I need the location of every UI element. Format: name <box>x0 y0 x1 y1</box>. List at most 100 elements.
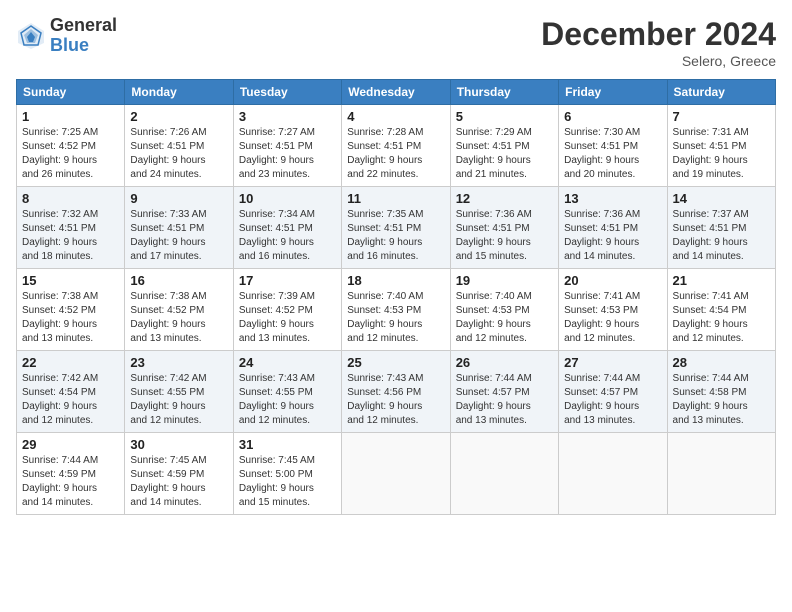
day-info: Sunrise: 7:28 AMSunset: 4:51 PMDaylight:… <box>347 126 444 182</box>
day-number: 21 <box>673 273 770 288</box>
month-title: December 2024 <box>541 16 776 53</box>
day-number: 22 <box>22 355 119 370</box>
day-info: Sunrise: 7:31 AMSunset: 4:51 PMDaylight:… <box>673 126 770 182</box>
table-row <box>342 433 450 515</box>
day-info: Sunrise: 7:39 AMSunset: 4:52 PMDaylight:… <box>239 290 336 346</box>
day-info: Sunrise: 7:44 AMSunset: 4:59 PMDaylight:… <box>22 454 119 510</box>
logo: General Blue <box>16 16 117 56</box>
day-number: 13 <box>564 191 661 206</box>
logo-blue-text: Blue <box>50 36 117 56</box>
day-info: Sunrise: 7:44 AMSunset: 4:58 PMDaylight:… <box>673 372 770 428</box>
day-number: 9 <box>130 191 227 206</box>
day-info: Sunrise: 7:36 AMSunset: 4:51 PMDaylight:… <box>564 208 661 264</box>
day-info: Sunrise: 7:40 AMSunset: 4:53 PMDaylight:… <box>347 290 444 346</box>
day-info: Sunrise: 7:32 AMSunset: 4:51 PMDaylight:… <box>22 208 119 264</box>
day-number: 3 <box>239 109 336 124</box>
table-row: 25 Sunrise: 7:43 AMSunset: 4:56 PMDayligh… <box>342 351 450 433</box>
table-row: 3Sunrise: 7:27 AMSunset: 4:51 PMDaylight… <box>233 105 341 187</box>
day-number: 17 <box>239 273 336 288</box>
day-number: 1 <box>22 109 119 124</box>
day-number: 15 <box>22 273 119 288</box>
day-number: 24 <box>239 355 336 370</box>
day-info: Sunrise: 7:34 AMSunset: 4:51 PMDaylight:… <box>239 208 336 264</box>
table-row: 9 Sunrise: 7:33 AMSunset: 4:51 PMDaylight… <box>125 187 233 269</box>
day-info: Sunrise: 7:43 AMSunset: 4:56 PMDaylight:… <box>347 372 444 428</box>
table-row: 7 Sunrise: 7:31 AMSunset: 4:51 PMDaylight… <box>667 105 775 187</box>
day-info: Sunrise: 7:42 AMSunset: 4:54 PMDaylight:… <box>22 372 119 428</box>
col-wednesday: Wednesday <box>342 80 450 105</box>
table-row: 29 Sunrise: 7:44 AMSunset: 4:59 PMDayligh… <box>17 433 125 515</box>
header: General Blue December 2024 Selero, Greec… <box>16 16 776 69</box>
table-row: 5 Sunrise: 7:29 AMSunset: 4:51 PMDaylight… <box>450 105 558 187</box>
table-row: 27 Sunrise: 7:44 AMSunset: 4:57 PMDayligh… <box>559 351 667 433</box>
day-number: 30 <box>130 437 227 452</box>
day-number: 8 <box>22 191 119 206</box>
table-row <box>667 433 775 515</box>
col-friday: Friday <box>559 80 667 105</box>
table-row: 12Sunrise: 7:36 AMSunset: 4:51 PMDayligh… <box>450 187 558 269</box>
day-info: Sunrise: 7:43 AMSunset: 4:55 PMDaylight:… <box>239 372 336 428</box>
table-row: 4 Sunrise: 7:28 AMSunset: 4:51 PMDaylight… <box>342 105 450 187</box>
col-sunday: Sunday <box>17 80 125 105</box>
table-row: 19 Sunrise: 7:40 AMSunset: 4:53 PMDayligh… <box>450 269 558 351</box>
day-info: Sunrise: 7:40 AMSunset: 4:53 PMDaylight:… <box>456 290 553 346</box>
table-row: 17 Sunrise: 7:39 AMSunset: 4:52 PMDayligh… <box>233 269 341 351</box>
day-number: 26 <box>456 355 553 370</box>
day-number: 4 <box>347 109 444 124</box>
day-number: 10 <box>239 191 336 206</box>
col-tuesday: Tuesday <box>233 80 341 105</box>
day-number: 5 <box>456 109 553 124</box>
day-number: 27 <box>564 355 661 370</box>
day-info: Sunrise: 7:33 AMSunset: 4:51 PMDaylight:… <box>130 208 227 264</box>
table-row <box>559 433 667 515</box>
day-info: Sunrise: 7:44 AMSunset: 4:57 PMDaylight:… <box>456 372 553 428</box>
day-number: 31 <box>239 437 336 452</box>
day-number: 6 <box>564 109 661 124</box>
day-number: 25 <box>347 355 444 370</box>
table-row: 6 Sunrise: 7:30 AMSunset: 4:51 PMDaylight… <box>559 105 667 187</box>
day-info: Sunrise: 7:45 AMSunset: 4:59 PMDaylight:… <box>130 454 227 510</box>
table-row: 23 Sunrise: 7:42 AMSunset: 4:55 PMDayligh… <box>125 351 233 433</box>
day-number: 19 <box>456 273 553 288</box>
day-info: Sunrise: 7:42 AMSunset: 4:55 PMDaylight:… <box>130 372 227 428</box>
day-info: Sunrise: 7:30 AMSunset: 4:51 PMDaylight:… <box>564 126 661 182</box>
day-number: 11 <box>347 191 444 206</box>
col-thursday: Thursday <box>450 80 558 105</box>
day-number: 16 <box>130 273 227 288</box>
calendar-table: Sunday Monday Tuesday Wednesday Thursday… <box>16 79 776 515</box>
table-row: 10 Sunrise: 7:34 AMSunset: 4:51 PMDayligh… <box>233 187 341 269</box>
table-row: 24 Sunrise: 7:43 AMSunset: 4:55 PMDayligh… <box>233 351 341 433</box>
title-block: December 2024 Selero, Greece <box>541 16 776 69</box>
table-row: 11 Sunrise: 7:35 AMSunset: 4:51 PMDayligh… <box>342 187 450 269</box>
table-row: 28Sunrise: 7:44 AMSunset: 4:58 PMDayligh… <box>667 351 775 433</box>
calendar-header-row: Sunday Monday Tuesday Wednesday Thursday… <box>17 80 776 105</box>
day-info: Sunrise: 7:35 AMSunset: 4:51 PMDaylight:… <box>347 208 444 264</box>
day-info: Sunrise: 7:29 AMSunset: 4:51 PMDaylight:… <box>456 126 553 182</box>
day-number: 23 <box>130 355 227 370</box>
table-row: 13 Sunrise: 7:36 AMSunset: 4:51 PMDayligh… <box>559 187 667 269</box>
logo-icon <box>16 21 46 51</box>
table-row: 16Sunrise: 7:38 AMSunset: 4:52 PMDayligh… <box>125 269 233 351</box>
day-info: Sunrise: 7:44 AMSunset: 4:57 PMDaylight:… <box>564 372 661 428</box>
day-number: 18 <box>347 273 444 288</box>
day-info: Sunrise: 7:41 AMSunset: 4:54 PMDaylight:… <box>673 290 770 346</box>
day-number: 7 <box>673 109 770 124</box>
day-number: 20 <box>564 273 661 288</box>
location: Selero, Greece <box>541 53 776 69</box>
table-row <box>450 433 558 515</box>
day-number: 29 <box>22 437 119 452</box>
day-info: Sunrise: 7:37 AMSunset: 4:51 PMDaylight:… <box>673 208 770 264</box>
table-row: 20 Sunrise: 7:41 AMSunset: 4:53 PMDayligh… <box>559 269 667 351</box>
day-info: Sunrise: 7:41 AMSunset: 4:53 PMDaylight:… <box>564 290 661 346</box>
table-row: 22 Sunrise: 7:42 AMSunset: 4:54 PMDayligh… <box>17 351 125 433</box>
day-info: Sunrise: 7:45 AMSunset: 5:00 PMDaylight:… <box>239 454 336 510</box>
table-row: 2 Sunrise: 7:26 AMSunset: 4:51 PMDaylight… <box>125 105 233 187</box>
day-number: 2 <box>130 109 227 124</box>
day-info: Sunrise: 7:36 AMSunset: 4:51 PMDaylight:… <box>456 208 553 264</box>
table-row: 15Sunrise: 7:38 AMSunset: 4:52 PMDayligh… <box>17 269 125 351</box>
col-saturday: Saturday <box>667 80 775 105</box>
day-info: Sunrise: 7:26 AMSunset: 4:51 PMDaylight:… <box>130 126 227 182</box>
table-row: 18 Sunrise: 7:40 AMSunset: 4:53 PMDayligh… <box>342 269 450 351</box>
table-row: 14Sunrise: 7:37 AMSunset: 4:51 PMDayligh… <box>667 187 775 269</box>
table-row: 1Sunrise: 7:25 AMSunset: 4:52 PMDaylight… <box>17 105 125 187</box>
